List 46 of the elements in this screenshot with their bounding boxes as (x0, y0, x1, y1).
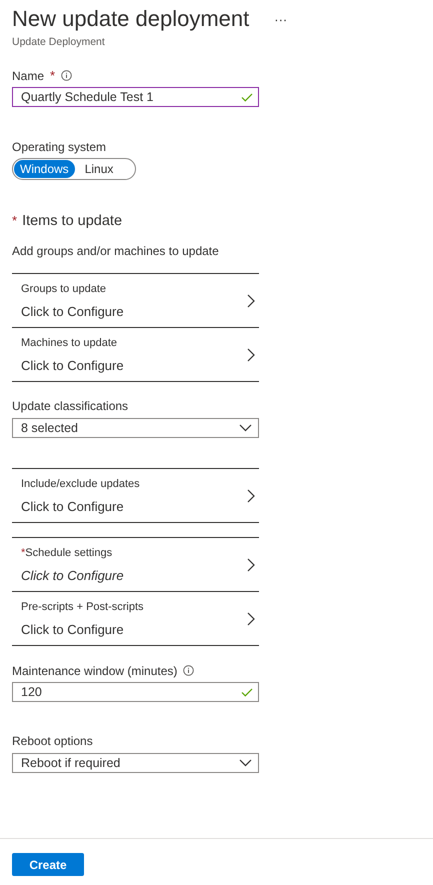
row-label: Include/exclude updates (21, 478, 140, 490)
row-label: Schedule settings (25, 547, 112, 559)
row-value: Click to Configure (21, 499, 125, 514)
configure-row[interactable]: *Schedule settings Click to Configure (12, 538, 259, 592)
configure-row[interactable]: Include/exclude updates Click to Configure (12, 469, 259, 523)
section-description: Add groups and/or machines to update (12, 244, 220, 259)
row-value: Click to Configure (21, 622, 125, 637)
info-icon[interactable] (61, 70, 72, 81)
text-input[interactable]: 120 (12, 682, 259, 702)
info-icon[interactable] (183, 665, 194, 676)
row-value: Click to Configure (21, 568, 124, 583)
required-mark: * (50, 68, 56, 83)
row-value: Click to Configure (21, 304, 124, 319)
text-input[interactable]: Quartly Schedule Test 1 (12, 87, 259, 107)
field-label: Operating system (12, 140, 108, 155)
configure-row[interactable]: Groups to update Click to Configure (12, 274, 259, 328)
chevron-right-icon (247, 488, 255, 502)
checkmark-icon (241, 92, 253, 102)
toggle-option[interactable]: Linux (78, 160, 120, 178)
row-label: Pre-scripts + Post-scripts (21, 601, 144, 613)
chevron-right-icon (247, 294, 255, 308)
chevron-down-icon (239, 424, 252, 432)
dropdown[interactable]: Reboot if required (12, 753, 259, 773)
toggle-option[interactable]: Windows (14, 160, 75, 178)
row-value: Click to Configure (21, 358, 124, 373)
more-button[interactable]: ··· (271, 12, 290, 26)
field-label: Maintenance window (minutes) (12, 664, 178, 678)
row-label: Groups to update (21, 283, 106, 295)
row-label: Machines to update (21, 337, 118, 349)
field-label: Update classifications (12, 399, 130, 414)
field-label: Reboot options (12, 734, 94, 749)
chevron-right-icon (247, 348, 255, 362)
required-mark: * (12, 213, 18, 228)
field-label: Name (12, 68, 44, 82)
configure-row[interactable]: Machines to update Click to Configure (12, 328, 259, 382)
required-mark: * (21, 547, 26, 559)
chevron-down-icon (239, 759, 252, 767)
chevron-right-icon (247, 612, 255, 626)
page-title: New update deployment (12, 6, 250, 32)
configure-row[interactable]: Pre-scripts + Post-scripts Click to Configure (12, 592, 259, 646)
create-button[interactable]: Create (12, 853, 84, 876)
chevron-right-icon (247, 558, 255, 572)
page-subtitle: Update Deployment (12, 36, 106, 48)
checkmark-icon (241, 688, 253, 696)
section-heading: Items to update (22, 213, 122, 229)
dropdown[interactable]: 8 selected (12, 418, 259, 438)
